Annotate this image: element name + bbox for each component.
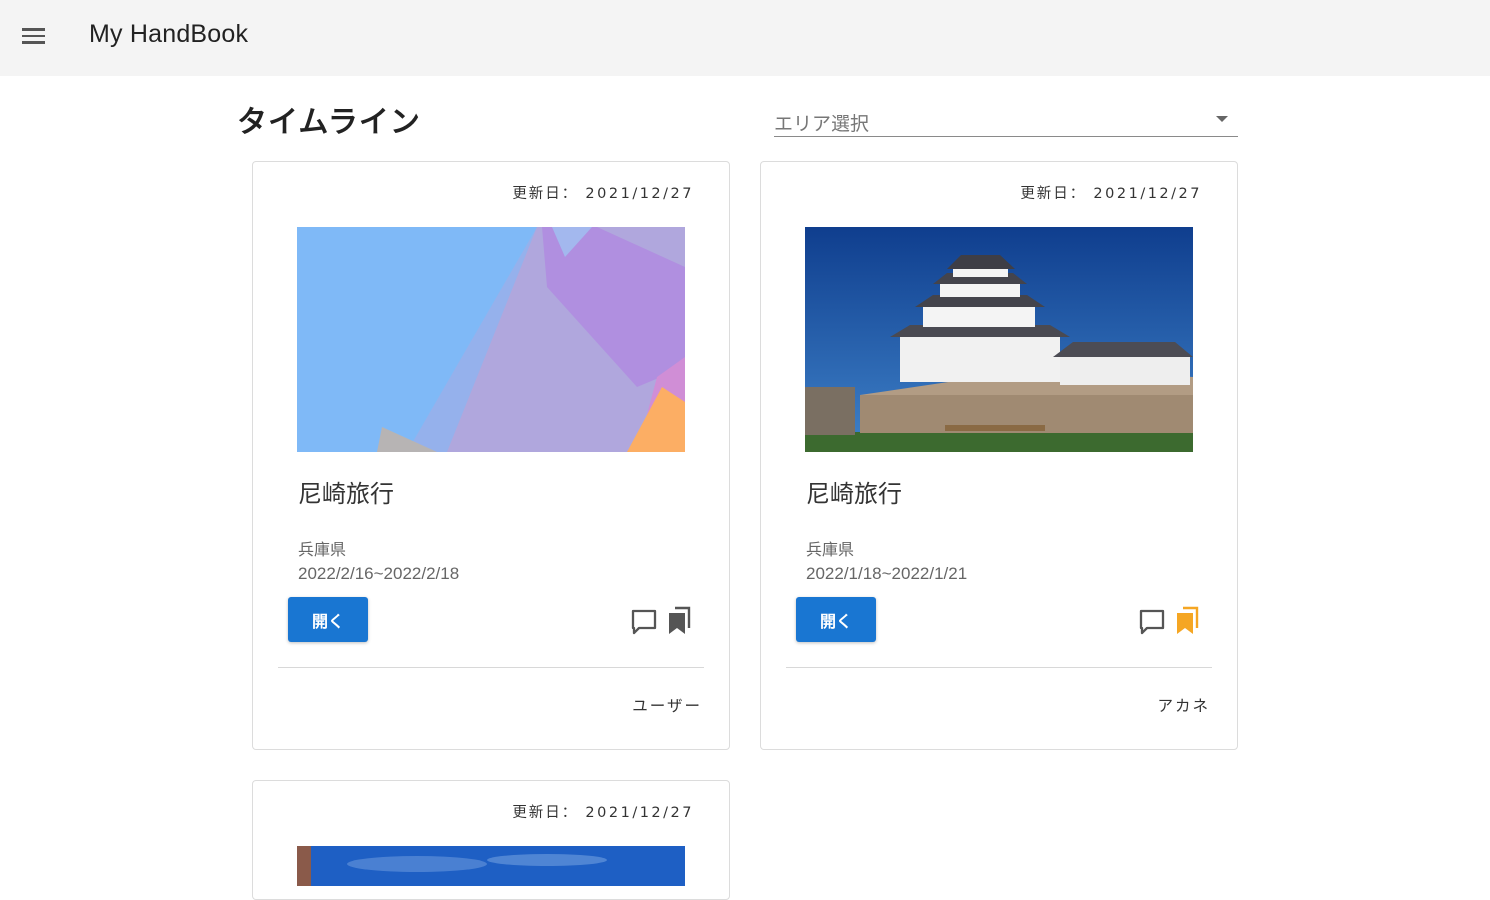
updated-value: 2021/12/27 [1093, 186, 1202, 202]
menu-icon-bar [21, 28, 45, 31]
card-divider [786, 667, 1212, 668]
card-dates: 2022/1/18~2022/1/21 [806, 564, 968, 583]
area-select-dropdown[interactable]: エリア選択 [774, 104, 1238, 137]
card-image [297, 227, 685, 452]
page-title: タイムライン [237, 105, 421, 140]
updated-value: 2021/12/27 [585, 805, 694, 821]
card-image [297, 846, 685, 886]
updated-date: 更新日： 2021/12/27 [1020, 182, 1202, 203]
menu-icon-bar [21, 34, 45, 38]
card-image [805, 227, 1193, 452]
app-bar: My HandBook [0, 0, 1490, 76]
card-prefecture: 兵庫県 [298, 540, 347, 559]
updated-date: 更新日： 2021/12/27 [512, 182, 694, 203]
card-dates: 2022/2/16~2022/2/18 [298, 564, 460, 583]
area-select-placeholder: エリア選択 [774, 113, 870, 135]
updated-value: 2021/12/27 [585, 186, 694, 202]
card-divider [278, 667, 704, 668]
open-button[interactable]: 開く [288, 597, 368, 642]
updated-label: 更新日： [512, 186, 579, 202]
updated-label: 更新日： [512, 805, 579, 821]
card-author: ユーザー [632, 697, 702, 715]
dropdown-arrow-icon [1216, 116, 1228, 122]
app-title: My HandBook [89, 20, 249, 48]
open-button[interactable]: 開く [796, 597, 876, 642]
menu-icon-bar [21, 41, 45, 44]
menu-icon[interactable] [17, 22, 49, 50]
comment-icon[interactable] [630, 608, 658, 636]
card-title: 尼崎旅行 [298, 480, 394, 508]
bookmark-icon[interactable] [665, 606, 693, 636]
handbook-card: 更新日： 2021/12/27 尼崎旅行 兵庫県 2022/2/16~2022/… [252, 161, 730, 750]
handbook-card: 更新日： 2021/12/27 [252, 780, 730, 900]
card-author: アカネ [1157, 697, 1210, 715]
comment-icon[interactable] [1138, 608, 1166, 636]
updated-label: 更新日： [1020, 186, 1087, 202]
card-prefecture: 兵庫県 [806, 540, 855, 559]
card-title: 尼崎旅行 [806, 480, 902, 508]
bookmark-icon[interactable] [1173, 606, 1201, 636]
updated-date: 更新日： 2021/12/27 [512, 801, 694, 822]
handbook-card: 更新日： 2021/12/27 [760, 161, 1238, 750]
